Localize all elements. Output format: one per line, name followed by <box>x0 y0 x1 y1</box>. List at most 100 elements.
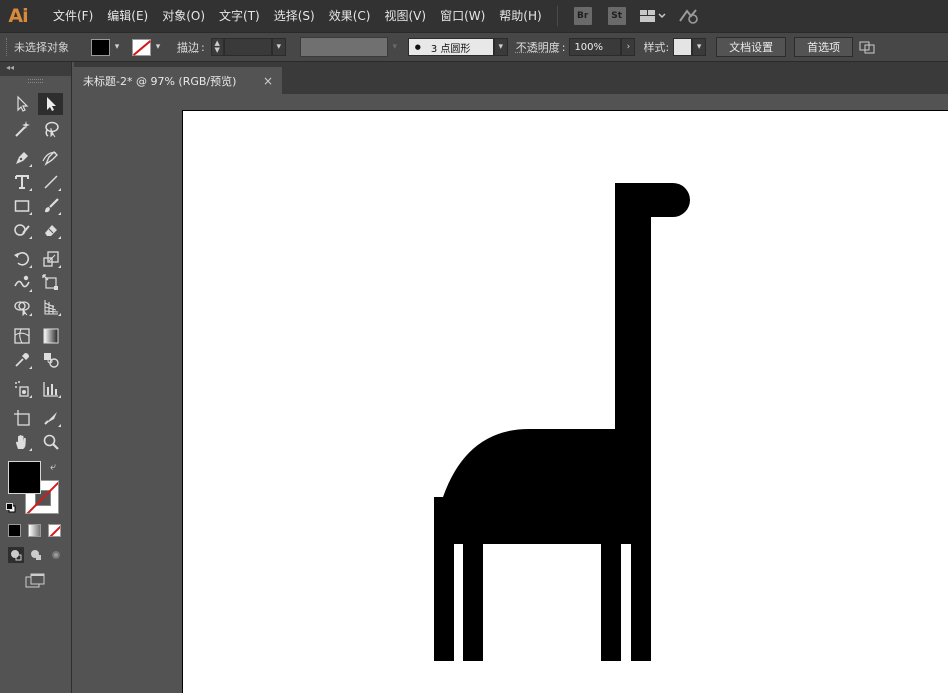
shaper-tool[interactable] <box>9 219 34 241</box>
rotate-tool[interactable] <box>9 248 34 270</box>
tool-flyout-indicator <box>58 236 61 239</box>
slice-knife-icon <box>43 412 57 425</box>
direct-selection-tool[interactable] <box>38 93 63 115</box>
opacity-input[interactable]: 100% <box>569 38 622 56</box>
draw-normal-button[interactable] <box>8 547 24 563</box>
gradient-mode-button[interactable] <box>28 524 41 537</box>
brush-chevron-icon[interactable]: ▾ <box>493 38 508 56</box>
giraffe-head <box>615 183 690 429</box>
lasso-tool[interactable] <box>38 118 63 140</box>
style-chevron-icon[interactable]: ▾ <box>692 38 707 56</box>
color-mode-button[interactable] <box>8 524 21 537</box>
gpu-performance-icon[interactable] <box>678 7 700 25</box>
menu-effect[interactable]: 效果(C) <box>322 0 378 32</box>
menu-view[interactable]: 视图(V) <box>377 0 433 32</box>
document-tab[interactable]: 未标题-2* @ 97% (RGB/预览) × <box>74 67 282 94</box>
tool-flyout-indicator <box>29 212 32 215</box>
artboard-tool[interactable] <box>9 407 34 429</box>
bridge-button[interactable]: Br <box>573 7 592 25</box>
symbol-sprayer-tool[interactable] <box>9 378 34 400</box>
variable-width-profile[interactable] <box>299 37 388 57</box>
scale-tool[interactable] <box>38 248 63 270</box>
eraser-tool[interactable] <box>38 219 63 241</box>
app-logo: Ai <box>8 5 28 27</box>
tools-panel-grip[interactable] <box>28 79 43 83</box>
document-setup-button[interactable]: 文档设置 <box>716 37 787 57</box>
pen-tool[interactable] <box>9 147 34 169</box>
close-icon[interactable]: × <box>263 74 273 88</box>
collapse-arrows-icon[interactable]: ◂◂ <box>6 63 14 72</box>
fill-dropdown-chevron-icon[interactable]: ▾ <box>110 38 124 56</box>
mesh-tool[interactable] <box>9 325 34 347</box>
document-tab-title: 未标题-2* @ 97% (RGB/预览) <box>83 74 237 88</box>
blend-tool[interactable] <box>38 349 63 371</box>
free-transform-tool[interactable] <box>38 272 63 294</box>
line-segment-tool[interactable] <box>38 171 63 193</box>
draw-inside-button[interactable] <box>48 547 64 563</box>
type-tool[interactable] <box>9 171 34 193</box>
fill-swatch[interactable] <box>91 38 110 56</box>
menu-file[interactable]: 文件(F) <box>46 0 100 32</box>
magic-wand-tool[interactable] <box>9 118 34 140</box>
slice-tool[interactable] <box>38 407 63 429</box>
default-fill-stroke-icon[interactable] <box>6 502 16 513</box>
menu-type[interactable]: 文字(T) <box>212 0 267 32</box>
canvas-area[interactable] <box>74 94 948 693</box>
preferences-button[interactable]: 首选项 <box>794 37 854 57</box>
swap-fill-stroke-icon[interactable]: ⤶ <box>50 460 56 474</box>
control-bar-grip[interactable] <box>6 38 10 56</box>
rectangle-tool[interactable] <box>9 195 34 217</box>
shaper-icon <box>13 224 30 236</box>
graphic-style-swatch[interactable] <box>673 38 693 56</box>
stroke-weight-chevron-icon[interactable]: ▾ <box>271 38 286 56</box>
arrange-documents-icon[interactable] <box>859 40 875 54</box>
fill-color-box[interactable] <box>8 461 41 494</box>
tool-flyout-indicator <box>58 395 61 398</box>
stroke-dropdown-chevron-icon[interactable]: ▾ <box>151 38 165 56</box>
zoom-tool[interactable] <box>38 431 63 453</box>
menu-object[interactable]: 对象(O) <box>155 0 212 32</box>
opacity-arrow-icon[interactable]: › <box>621 38 636 56</box>
menu-help[interactable]: 帮助(H) <box>492 0 548 32</box>
tool-flyout-indicator <box>29 395 32 398</box>
shape-builder-tool[interactable] <box>9 296 34 318</box>
direct-selection-arrow-icon <box>46 97 56 111</box>
menu-window[interactable]: 窗口(W) <box>433 0 492 32</box>
tool-flyout-indicator <box>29 366 32 369</box>
workspace-layout-icon[interactable] <box>639 9 666 23</box>
giraffe-leg <box>601 544 621 661</box>
change-screen-mode-button[interactable] <box>24 572 48 590</box>
tool-flyout-indicator <box>58 188 61 191</box>
stock-button[interactable]: St <box>607 7 626 25</box>
giraffe-artwork[interactable] <box>183 111 948 693</box>
tool-flyout-indicator <box>29 236 32 239</box>
selection-tool[interactable] <box>9 93 34 115</box>
gradient-tool[interactable] <box>38 325 63 347</box>
stroke-weight-input[interactable] <box>223 38 272 56</box>
opacity-label[interactable]: 不透明度 <box>516 39 560 55</box>
column-graph-tool[interactable] <box>38 378 63 400</box>
perspective-grid-tool[interactable] <box>38 296 63 318</box>
brush-definition-field[interactable]: ● 3 点圆形 <box>407 38 494 56</box>
eyedropper-tool[interactable] <box>9 349 34 371</box>
artboard[interactable] <box>182 110 948 693</box>
draw-normal-icon <box>11 550 22 561</box>
stroke-weight-stepper[interactable]: ▲ ▼ <box>210 38 224 56</box>
stroke-swatch[interactable] <box>132 38 151 56</box>
tools-panel-header[interactable]: ◂◂ <box>0 62 71 76</box>
rectangle-icon <box>14 200 29 212</box>
menu-edit[interactable]: 编辑(E) <box>100 0 155 32</box>
variable-width-chevron-icon[interactable]: ▾ <box>388 38 402 56</box>
hand-tool[interactable] <box>9 431 34 453</box>
curvature-tool[interactable] <box>38 147 63 169</box>
none-mode-button[interactable] <box>48 524 61 537</box>
warp-tool[interactable] <box>9 272 34 294</box>
draw-behind-button[interactable] <box>28 547 44 563</box>
selection-arrow-icon <box>16 95 28 112</box>
type-t-icon <box>14 175 29 189</box>
tool-flyout-indicator <box>58 212 61 215</box>
paintbrush-tool[interactable] <box>38 195 63 217</box>
stroke-label[interactable]: 描边 <box>177 39 199 55</box>
menu-select[interactable]: 选择(S) <box>267 0 322 32</box>
scale-icon <box>42 251 59 267</box>
